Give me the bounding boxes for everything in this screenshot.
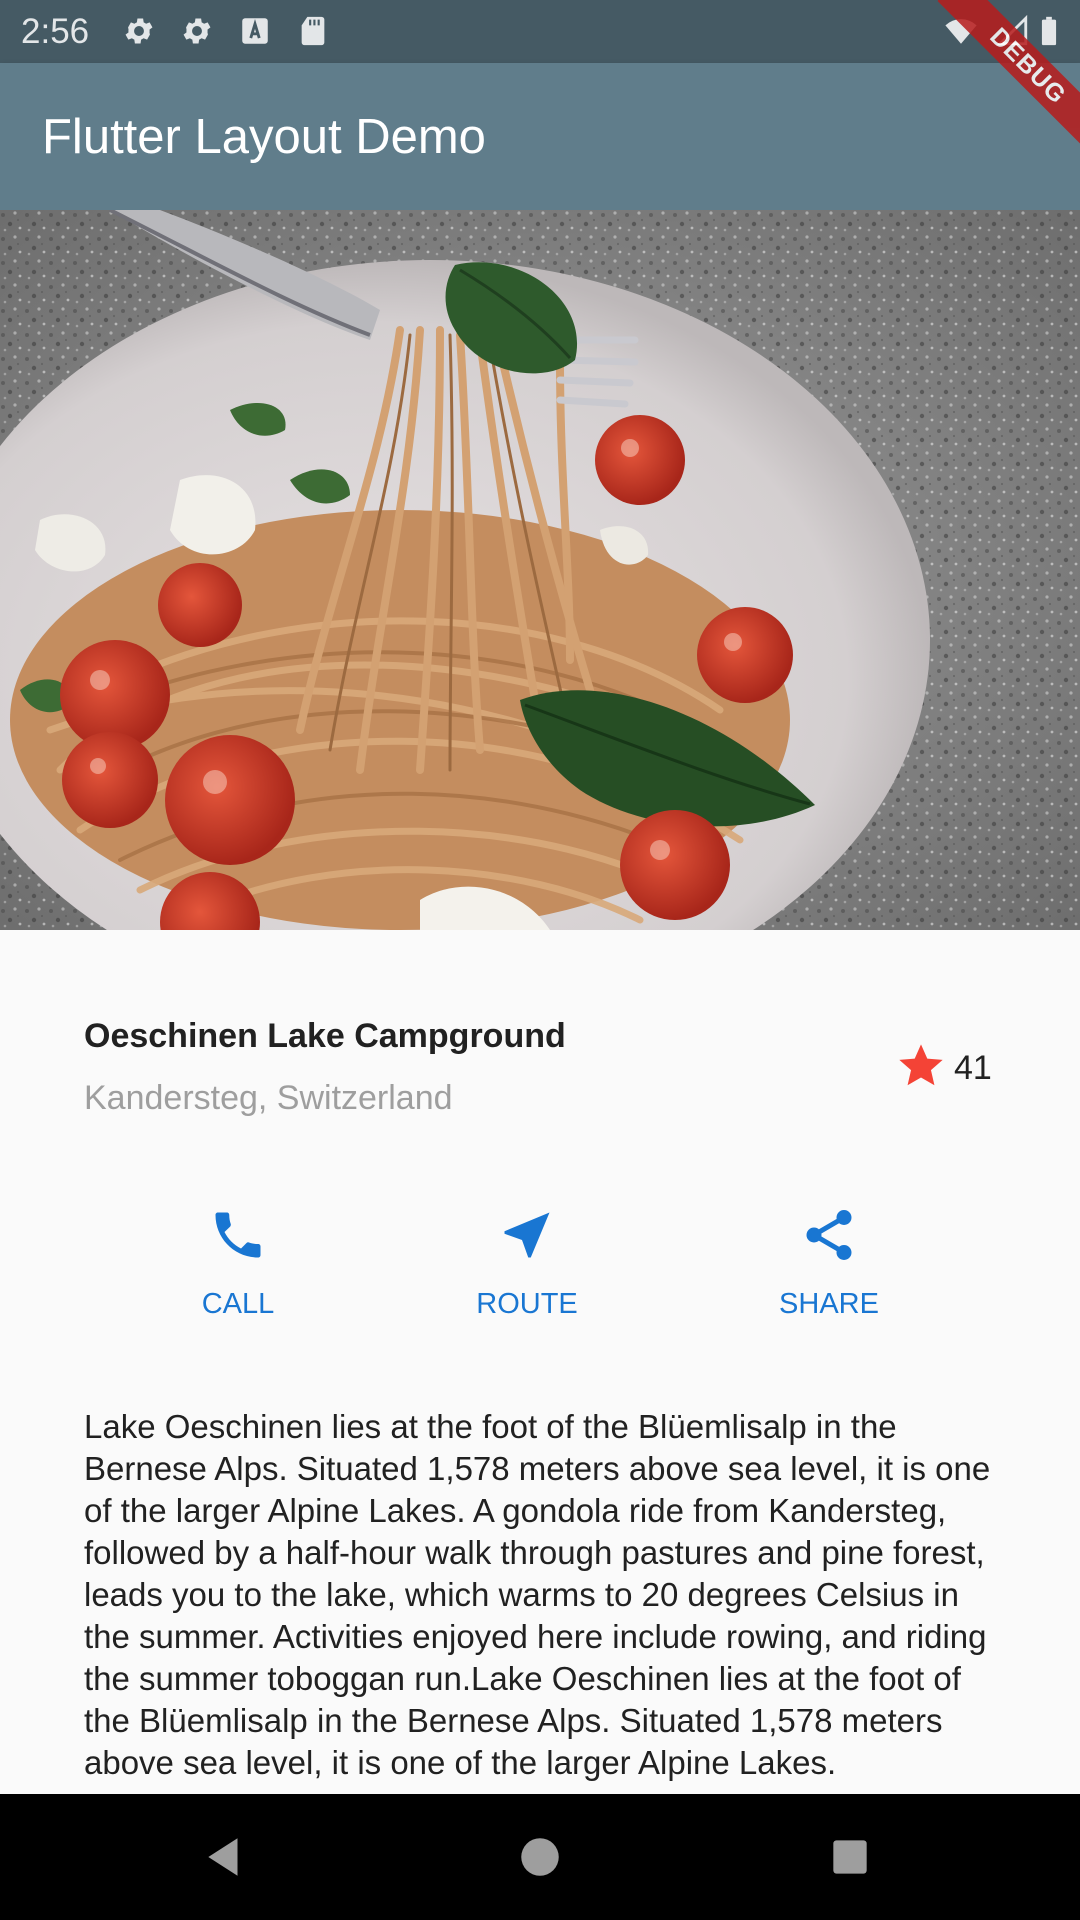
place-location: Kandersteg, Switzerland [84,1079,453,1117]
recents-icon[interactable] [825,1832,875,1882]
sd-card-icon [296,14,330,48]
description-text: Lake Oeschinen lies at the foot of the B… [84,1408,991,1781]
pasta-photo [0,210,1080,930]
gear-icon [122,14,156,48]
share-label: SHARE [779,1288,879,1320]
battery-icon [1032,14,1066,48]
call-label: CALL [201,1288,275,1320]
share-icon [799,1205,859,1265]
system-nav-bar [0,1794,1080,1920]
app-title: Flutter Layout Demo [42,110,486,164]
text-a-icon [238,14,272,48]
title-section: Oeschinen Lake Campground Kandersteg, Sw… [84,1010,996,1130]
status-bar: 2:56 [0,0,1080,63]
route-button[interactable]: ROUTE [427,1205,627,1335]
near-me-icon [497,1205,557,1265]
place-name: Oeschinen Lake Campground [84,1017,566,1055]
share-button[interactable]: SHARE [729,1205,929,1335]
hero-image [0,210,1080,930]
back-icon[interactable] [200,1832,250,1882]
gear-icon [180,14,214,48]
route-label: ROUTE [476,1288,578,1320]
phone-icon [208,1205,268,1265]
home-icon[interactable] [515,1832,565,1882]
call-button[interactable]: CALL [138,1205,338,1335]
status-time: 2:56 [21,12,90,51]
star-count: 41 [954,1049,992,1087]
app-bar: Flutter Layout Demo [0,63,1080,210]
star-icon[interactable] [895,1040,947,1092]
